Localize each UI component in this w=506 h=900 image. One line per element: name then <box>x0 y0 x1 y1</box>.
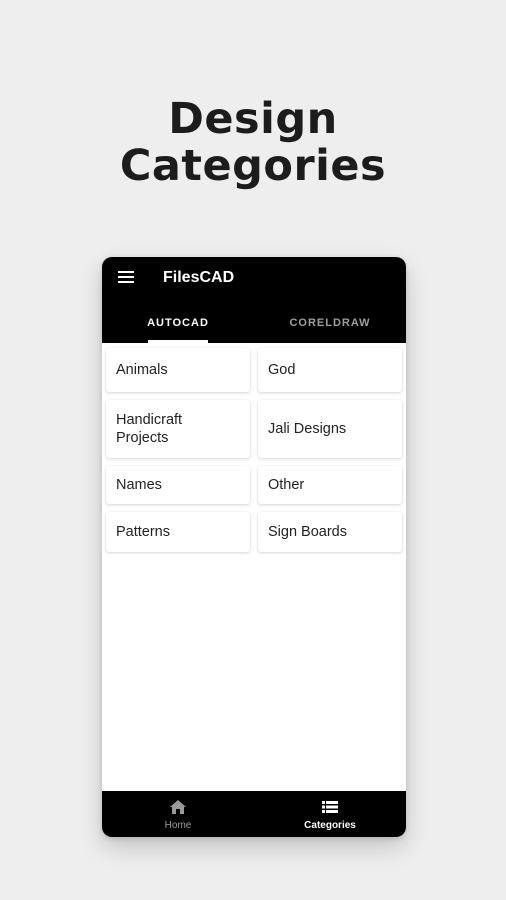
category-label: Patterns <box>116 524 170 540</box>
promo-title-line-1: Design <box>168 94 338 144</box>
nav-home[interactable]: Home <box>102 791 254 837</box>
phone-screen: FilesCAD AUTOCAD CORELDRAW Animals God H… <box>102 257 406 837</box>
categories-icon <box>322 801 338 813</box>
home-icon <box>170 800 186 814</box>
category-label: Sign Boards <box>268 524 347 540</box>
tab-coreldraw[interactable]: CORELDRAW <box>254 307 406 343</box>
category-card-handicraft-projects[interactable]: Handicraft Projects <box>106 400 250 458</box>
promo-title-line-2: Categories <box>119 141 387 191</box>
category-card-sign-boards[interactable]: Sign Boards <box>258 512 402 552</box>
category-card-other[interactable]: Other <box>258 466 402 504</box>
promo-title: Design Categories <box>0 96 506 190</box>
category-label: Jali Designs <box>268 421 347 437</box>
app-bar: FilesCAD AUTOCAD CORELDRAW <box>102 257 406 343</box>
category-card-god[interactable]: God <box>258 348 402 392</box>
tab-indicator <box>148 340 208 343</box>
category-card-patterns[interactable]: Patterns <box>106 512 250 552</box>
category-card-names[interactable]: Names <box>106 466 250 504</box>
category-card-jali-designs[interactable]: Jali Designs <box>258 400 402 458</box>
tab-autocad[interactable]: AUTOCAD <box>102 307 254 343</box>
category-label-line-2: Projects <box>116 430 169 446</box>
tab-autocad-label: AUTOCAD <box>147 317 209 329</box>
category-label: Animals <box>116 362 168 378</box>
category-label: God <box>268 362 296 378</box>
nav-categories[interactable]: Categories <box>254 791 406 837</box>
category-label: Names <box>116 477 162 493</box>
tab-coreldraw-label: CORELDRAW <box>289 317 371 329</box>
nav-home-label: Home <box>164 820 192 831</box>
category-card-animals[interactable]: Animals <box>106 348 250 392</box>
menu-icon[interactable] <box>118 271 134 285</box>
category-label: Other <box>268 477 305 493</box>
app-title: FilesCAD <box>163 269 235 286</box>
nav-categories-label: Categories <box>304 820 356 831</box>
category-label-line-1: Handicraft <box>116 412 183 428</box>
bottom-navigation: Home Categories <box>102 791 406 837</box>
